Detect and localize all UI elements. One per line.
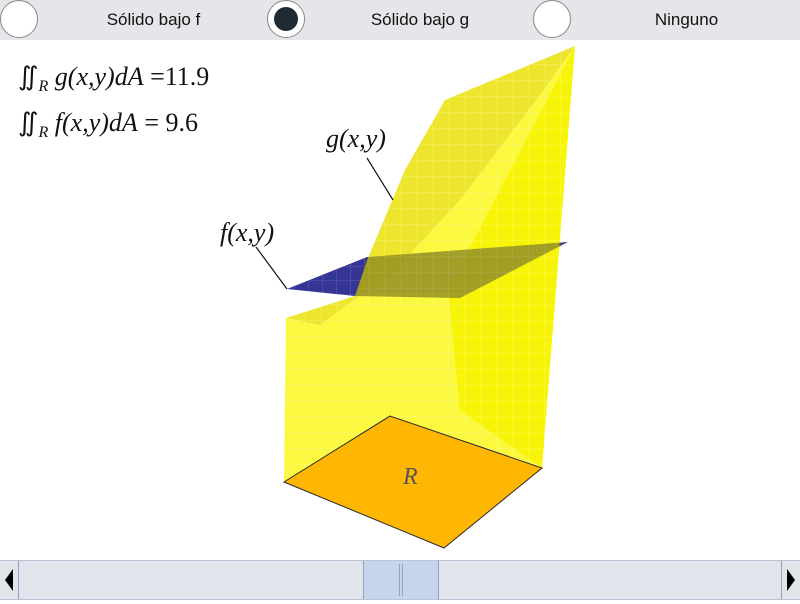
left-arrow-icon <box>5 569 13 591</box>
option-solid-g[interactable]: Sólido bajo g <box>267 0 533 40</box>
option-solid-g-label: Sólido bajo g <box>370 10 470 29</box>
radio-none[interactable] <box>533 0 571 38</box>
right-arrow-icon <box>787 569 795 591</box>
option-solid-f[interactable]: Sólido bajo f <box>0 0 267 40</box>
solid-3d-scene <box>255 46 575 549</box>
radio-selected-dot <box>274 7 298 31</box>
scroll-track[interactable] <box>18 561 782 599</box>
thumb-grip <box>399 564 400 596</box>
scroll-thumb[interactable] <box>363 561 439 599</box>
horizontal-scrollbar[interactable] <box>0 560 800 600</box>
option-none-label: Ninguno <box>654 10 719 29</box>
g-surface-label: g(x,y) <box>326 124 386 153</box>
f-label-leader <box>255 246 288 290</box>
radio-solid-f[interactable] <box>0 0 38 38</box>
option-bar: Sólido bajo f Sólido bajo g Ninguno <box>0 0 800 40</box>
radio-solid-g[interactable] <box>267 0 305 38</box>
option-none[interactable]: Ninguno <box>533 0 800 40</box>
region-label: R <box>403 464 418 490</box>
thumb-grip <box>402 564 403 596</box>
g-label-leader <box>366 157 394 201</box>
scroll-left-button[interactable] <box>0 561 18 599</box>
option-solid-f-label: Sólido bajo f <box>106 10 201 29</box>
scroll-right-button[interactable] <box>782 561 800 599</box>
f-surface-label: f(x,y) <box>220 218 275 247</box>
